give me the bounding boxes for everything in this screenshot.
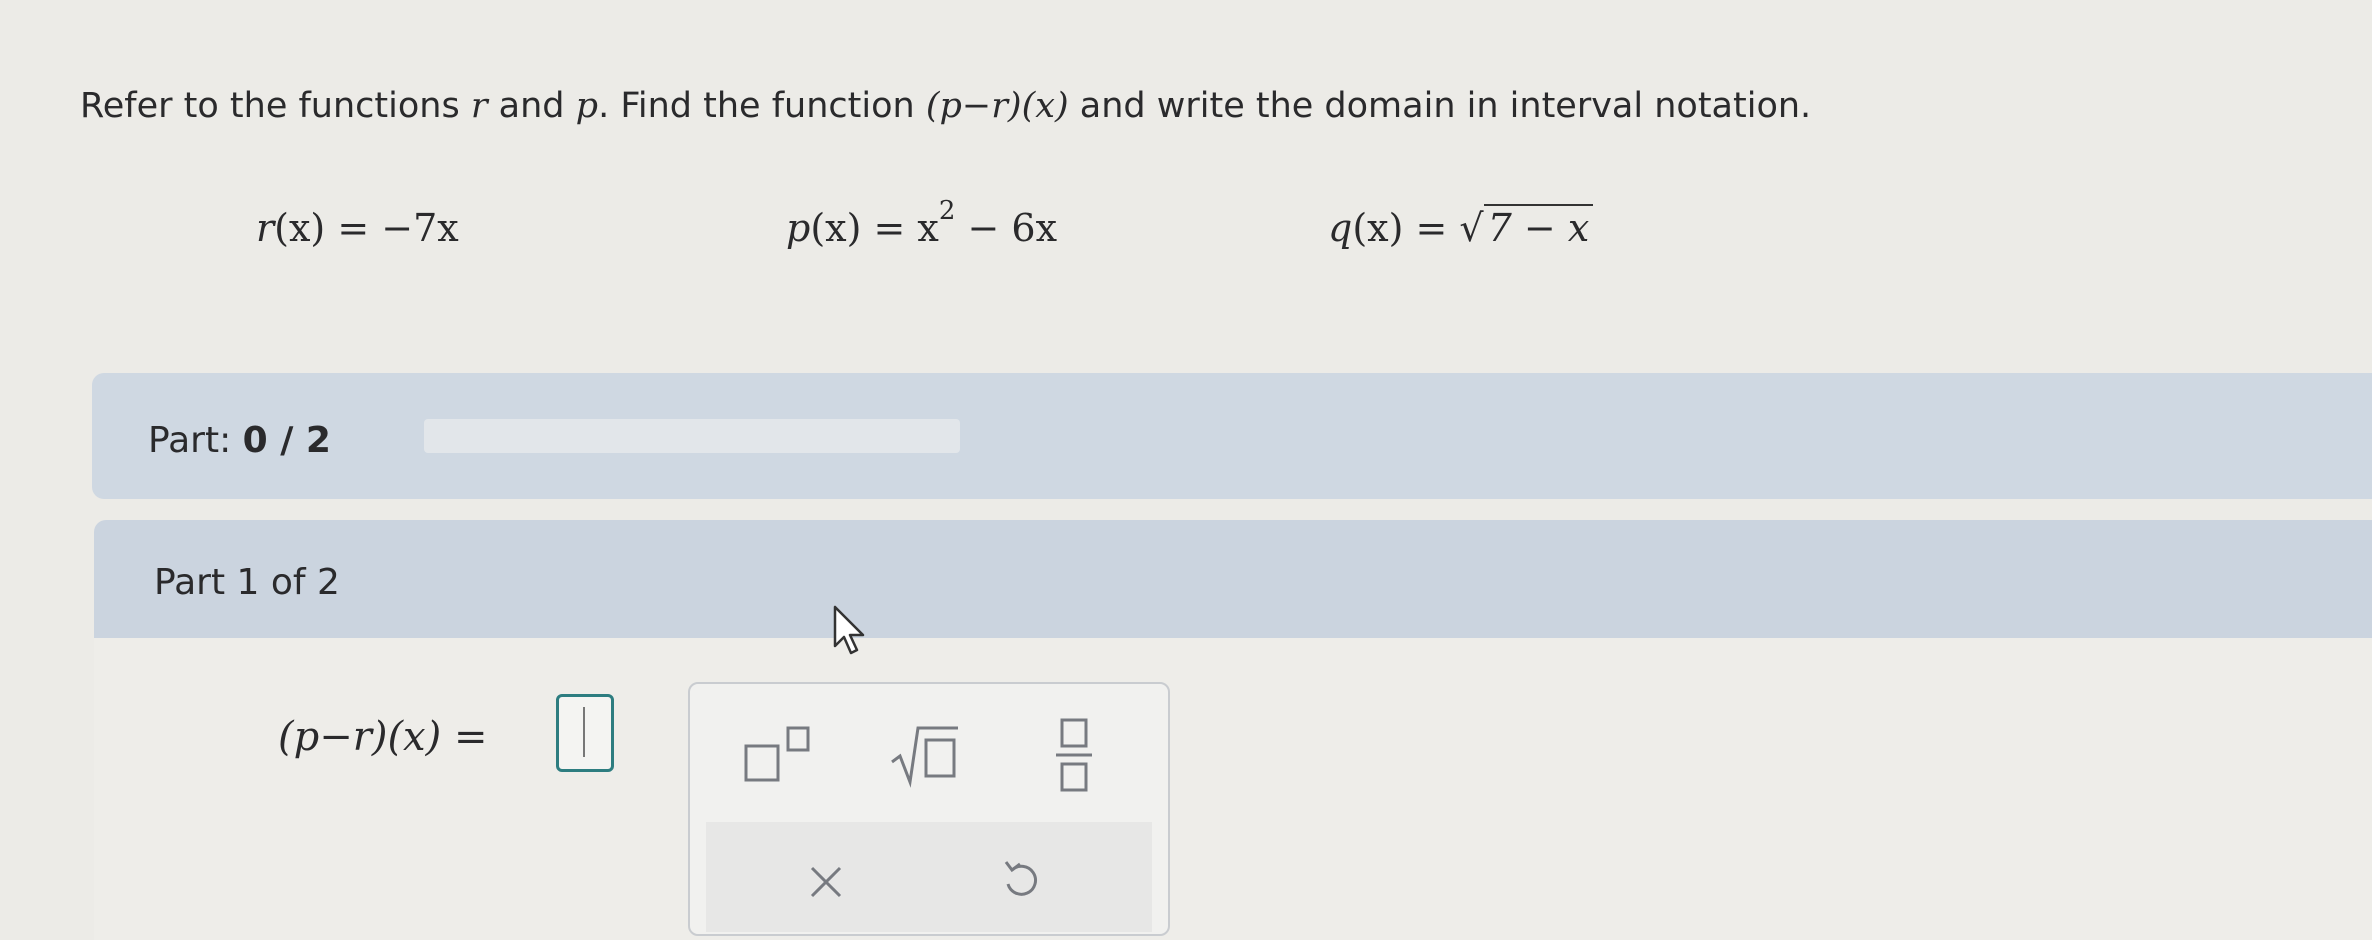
text-caret xyxy=(583,707,585,757)
function-r-definition: r(x) = −7x xyxy=(256,206,459,250)
var-p: p xyxy=(575,86,599,126)
square-root-sign: √ 7 − x xyxy=(1459,204,1594,250)
part-title: Part 1 of 2 xyxy=(154,562,340,603)
square-root-icon xyxy=(891,726,958,788)
function-p-definition: p(x) = x2 − 6x xyxy=(786,196,1058,250)
superscript-button[interactable] xyxy=(742,724,816,789)
undo-icon xyxy=(1004,861,1037,896)
answer-lhs: (p−r)(x) xyxy=(278,714,442,760)
fraction-button[interactable] xyxy=(1052,714,1096,799)
answer-input[interactable] xyxy=(556,694,614,772)
mouse-pointer-icon xyxy=(833,605,865,655)
square-root-button[interactable] xyxy=(888,722,962,791)
function-q-definition: q(x) = √ 7 − x xyxy=(1328,204,1594,250)
clear-button[interactable] xyxy=(806,862,846,905)
undo-button[interactable] xyxy=(1000,858,1040,905)
equals-sign: = xyxy=(453,714,488,760)
part-progress-label: Part: 0 / 2 xyxy=(148,420,331,461)
superscript-icon xyxy=(744,726,810,782)
toolbar-actions-row xyxy=(706,822,1152,932)
question-text: Refer to the functions r and p. Find the… xyxy=(80,86,1812,126)
fraction-icon xyxy=(1056,718,1092,792)
answer-expression: (p−r)(x) = xyxy=(278,714,487,760)
part-panel-header xyxy=(94,520,2372,638)
var-r: r xyxy=(470,86,488,126)
clear-icon xyxy=(810,866,842,898)
part-progress-value: 0 / 2 xyxy=(242,420,331,461)
progress-track xyxy=(424,419,960,453)
math-toolbar xyxy=(688,682,1170,936)
function-expression: (p−r)(x) xyxy=(925,86,1069,126)
